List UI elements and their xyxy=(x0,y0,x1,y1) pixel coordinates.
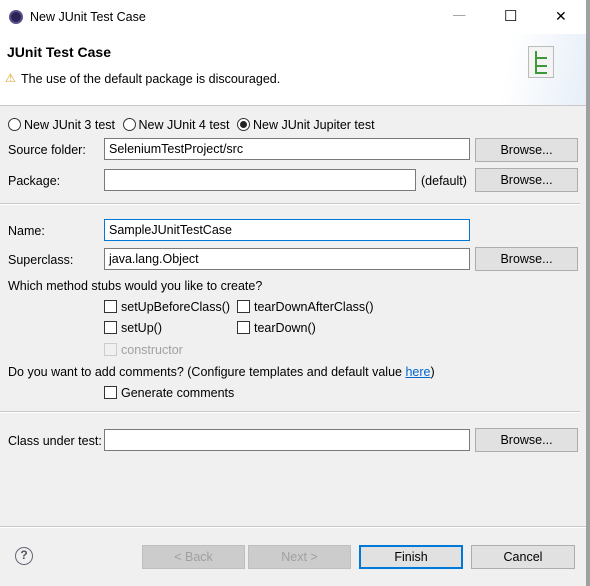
warning-message: The use of the default package is discou… xyxy=(21,72,281,86)
right-border xyxy=(586,0,590,586)
constructor-checkbox xyxy=(104,343,117,356)
source-folder-input[interactable]: SeleniumTestProject/src xyxy=(104,138,470,160)
superclass-browse-button[interactable]: Browse... xyxy=(475,247,578,271)
cancel-button[interactable]: Cancel xyxy=(471,545,575,569)
name-input[interactable]: SampleJUnitTestCase xyxy=(104,219,470,241)
radio-circle[interactable] xyxy=(8,118,21,131)
eclipse-icon xyxy=(9,10,23,24)
superclass-label: Superclass: xyxy=(8,253,74,267)
package-input[interactable] xyxy=(104,169,416,191)
footer-separator xyxy=(0,526,586,528)
window-title: New JUnit Test Case xyxy=(30,10,146,24)
setup-before-class-checkbox[interactable] xyxy=(104,300,117,313)
radio-junit4[interactable]: New JUnit 4 test xyxy=(122,118,230,132)
junit-version-group: New JUnit 3 test New JUnit 4 test New JU… xyxy=(8,118,375,132)
package-browse-button[interactable]: Browse... xyxy=(475,168,578,192)
separator xyxy=(0,411,580,413)
junit-wizard-icon xyxy=(528,46,554,78)
class-under-test-browse-button[interactable]: Browse... xyxy=(475,428,578,452)
radio-label: New JUnit 4 test xyxy=(138,118,230,132)
teardown-after-class-checkbox[interactable] xyxy=(237,300,250,313)
setup-label: setUp() xyxy=(121,321,162,335)
help-icon[interactable]: ? xyxy=(15,547,33,565)
configure-templates-link[interactable]: here xyxy=(405,365,430,379)
warning-icon: ⚠ xyxy=(5,71,16,85)
comments-question: Do you want to add comments? (Configure … xyxy=(8,365,435,379)
radio-junit3[interactable]: New JUnit 3 test xyxy=(8,118,115,132)
setup-before-class-label: setUpBeforeClass() xyxy=(121,300,231,314)
title-bar: New JUnit Test Case — ☐ ✕ xyxy=(0,0,590,34)
teardown-after-class-label: tearDownAfterClass() xyxy=(254,300,374,314)
close-button[interactable]: ✕ xyxy=(555,8,567,25)
teardown-label: tearDown() xyxy=(254,321,316,335)
name-label: Name: xyxy=(8,224,45,238)
source-folder-browse-button[interactable]: Browse... xyxy=(475,138,578,162)
comments-question-text: Do you want to add comments? (Configure … xyxy=(8,365,406,379)
minimize-button[interactable]: — xyxy=(453,8,466,22)
radio-circle[interactable] xyxy=(122,118,136,131)
package-default-label: (default) xyxy=(421,174,467,188)
setup-checkbox[interactable] xyxy=(104,321,117,334)
separator xyxy=(0,203,580,205)
teardown-checkbox[interactable] xyxy=(237,321,250,334)
superclass-input[interactable]: java.lang.Object xyxy=(104,248,470,270)
page-title: JUnit Test Case xyxy=(7,44,111,60)
source-folder-label: Source folder: xyxy=(8,143,86,157)
radio-circle[interactable] xyxy=(237,118,250,131)
radio-label: New JUnit 3 test xyxy=(24,118,116,132)
back-button: < Back xyxy=(142,545,245,569)
maximize-button[interactable]: ☐ xyxy=(504,7,517,25)
next-button: Next > xyxy=(248,545,351,569)
package-label: Package: xyxy=(8,174,61,188)
finish-button[interactable]: Finish xyxy=(359,545,463,569)
constructor-label: constructor xyxy=(121,343,183,357)
radio-label: New JUnit Jupiter test xyxy=(253,118,375,132)
class-under-test-input[interactable] xyxy=(104,429,470,451)
generate-comments-checkbox[interactable] xyxy=(104,386,117,399)
generate-comments-label: Generate comments xyxy=(121,386,235,400)
stubs-question: Which method stubs would you like to cre… xyxy=(8,279,263,293)
radio-junit-jupiter[interactable]: New JUnit Jupiter test xyxy=(237,118,375,132)
class-under-test-label: Class under test: xyxy=(8,434,102,448)
wizard-header: JUnit Test Case ⚠ The use of the default… xyxy=(0,34,590,106)
comments-question-end: ) xyxy=(430,365,435,379)
